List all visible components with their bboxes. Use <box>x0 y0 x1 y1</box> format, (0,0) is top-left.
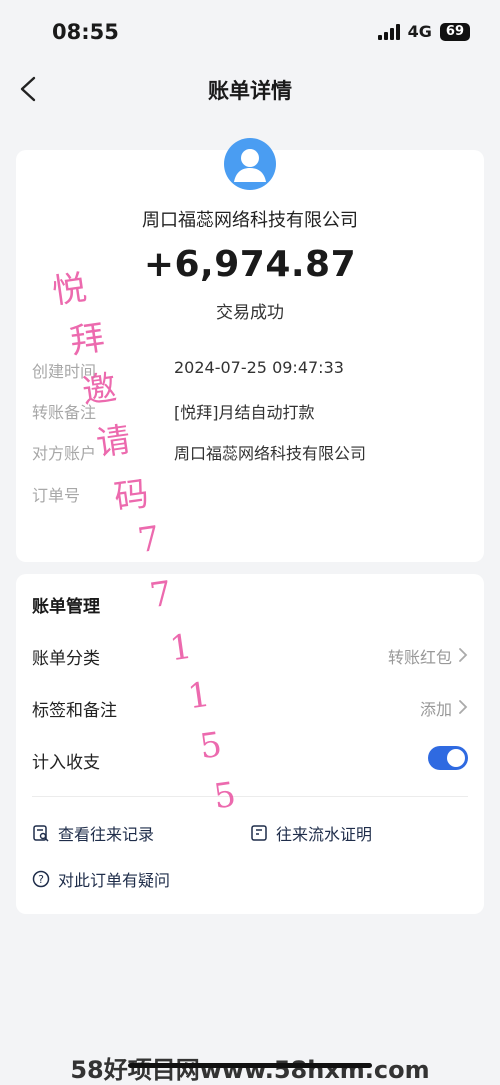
order-question-label: 对此订单有疑问 <box>58 871 171 890</box>
battery-icon: 69 <box>439 22 470 41</box>
detail-value: [悦拜]月结自动打款 <box>174 403 315 422</box>
detail-value: 2024-07-25 09:47:33 <box>174 358 344 377</box>
tags-notes-value: 添加 <box>419 700 452 719</box>
bill-category-row[interactable]: 账单分类 转账红包 <box>32 642 468 672</box>
detail-row-order-number: 订单号 <box>32 482 472 510</box>
page-title: 账单详情 <box>208 79 292 103</box>
detail-label: 对方账户 <box>32 444 97 463</box>
amount: +6,974.87 <box>143 244 357 285</box>
watermark-char: 请 <box>93 419 134 465</box>
status-right: 4G 69 <box>377 22 470 41</box>
tags-notes-label: 标签和备注 <box>32 701 117 721</box>
bill-management-card: 账单管理 账单分类 转账红包 标签和备注 添加 计入收支 查看往来记录 往来流水… <box>16 574 484 914</box>
order-question-link[interactable]: ? 对此订单有疑问 <box>32 867 170 891</box>
watermark-char: 悦 <box>49 267 90 313</box>
user-icon <box>234 149 266 182</box>
avatar <box>224 138 276 190</box>
tags-notes-row[interactable]: 标签和备注 添加 <box>32 694 468 724</box>
section-title: 账单管理 <box>32 597 100 617</box>
divider <box>32 796 468 797</box>
signal-icon <box>377 23 400 40</box>
bill-category-value: 转账红包 <box>387 648 452 667</box>
detail-value: 周口福蕊网络科技有限公司 <box>174 444 367 463</box>
chevron-right-icon <box>459 700 468 714</box>
count-in-income-label: 计入收支 <box>32 753 100 773</box>
watermark-char: 码 <box>111 473 152 519</box>
question-icon: ? <box>32 870 50 888</box>
payee-name: 周口福蕊网络科技有限公司 <box>142 210 358 231</box>
watermark-char: 邀 <box>79 367 120 413</box>
network-type: 4G <box>407 22 432 41</box>
svg-text:?: ? <box>38 873 44 886</box>
bill-category-label: 账单分类 <box>32 649 100 669</box>
view-records-label: 查看往来记录 <box>58 825 155 844</box>
records-icon <box>33 825 49 842</box>
nav-bar: 账单详情 <box>0 66 500 112</box>
count-in-income-toggle[interactable] <box>428 746 468 770</box>
status-bar: 08:55 4G 69 <box>0 0 500 66</box>
home-indicator[interactable] <box>128 1063 372 1068</box>
flow-proof-link[interactable]: 往来流水证明 <box>250 821 372 845</box>
watermark-char: 拜 <box>67 317 108 363</box>
toggle-knob <box>447 749 465 767</box>
flow-proof-label: 往来流水证明 <box>276 825 373 844</box>
status-time: 08:55 <box>52 20 119 44</box>
chevron-right-icon <box>459 648 468 662</box>
detail-label: 订单号 <box>32 486 81 505</box>
document-icon <box>251 825 267 841</box>
view-records-link[interactable]: 查看往来记录 <box>32 821 154 845</box>
count-in-income-row: 计入收支 <box>32 746 468 776</box>
